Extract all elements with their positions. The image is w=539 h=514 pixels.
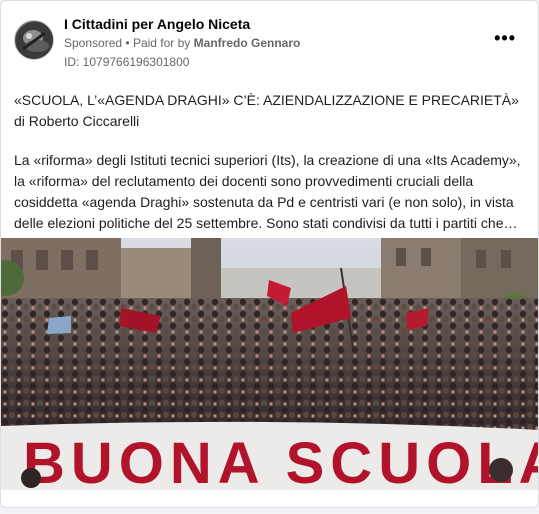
paid-for-by-label: Paid for by: [132, 36, 191, 50]
more-options-icon[interactable]: •••: [494, 29, 516, 47]
page-name-link[interactable]: I Cittadini per Angelo Niceta: [64, 16, 250, 32]
ad-post-card: I Cittadini per Angelo Niceta Sponsored …: [0, 0, 539, 508]
meta-separator: •: [125, 36, 130, 50]
post-headline: «SCUOLA, L’«AGENDA DRAGHI» C’È: AZIENDAL…: [14, 92, 519, 129]
protest-crowd-image: BUONA SCUOLA: [1, 238, 539, 490]
banner-text: BUONA SCUOLA: [23, 431, 539, 490]
post-photo[interactable]: BUONA SCUOLA: [1, 238, 539, 490]
ad-id: ID: 1079766196301800: [64, 55, 190, 69]
avatar-image: [16, 22, 53, 59]
post-header: I Cittadini per Angelo Niceta Sponsored …: [1, 1, 538, 79]
sponsored-line: Sponsored • Paid for by Manfredo Gennaro: [64, 36, 300, 50]
payer-name: Manfredo Gennaro: [193, 36, 301, 50]
sponsored-label: Sponsored: [64, 36, 123, 50]
page-avatar[interactable]: [14, 20, 54, 60]
post-body: La «riforma» degli Istituti tecnici supe…: [14, 152, 521, 231]
